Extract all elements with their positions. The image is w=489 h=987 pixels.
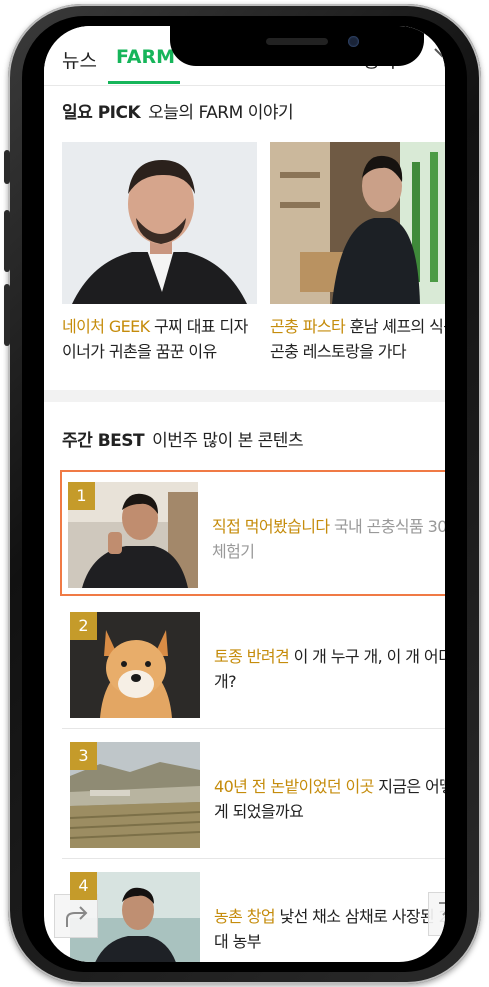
best-item-3[interactable]: 3 40년 전 논밭이었던 이곳 지금은 어떻게 되었을까요 [62,730,445,850]
best-item-4[interactable]: 4 농촌 창업 낯선 채소 삼채로 사장된 20대 농부 [62,860,445,962]
rank-badge-1: 1 [68,482,95,510]
pick-card-1-image [62,142,257,304]
best-item-2-headline: 토종 반려견 이 개 누구 개, 이 개 어디 개? [214,644,445,694]
pick-card-2[interactable]: 곤충 파스타 훈남 셰프의 식용 곤충 레스토랑을 가다 [270,142,445,364]
best-item-3-thumbnail: 3 [70,742,200,848]
chevron-down-icon[interactable] [433,44,445,62]
phone-screen: 뉴스 FARM 영화 일요 PICK오늘의 FARM 이야기 네이처 GEEK … [44,26,445,962]
best-item-2-thumbnail: 2 [70,612,200,718]
rank-badge-4: 4 [70,872,97,900]
best-item-1[interactable]: 1 직접 먹어봤습니다 국내 곤충식품 30종 체험기 [60,470,445,596]
pick-section-subtitle: 오늘의 FARM 이야기 [148,103,294,123]
pick-card-2-highlight: 곤충 파스타 [270,317,346,336]
best-item-4-headline: 농촌 창업 낯선 채소 삼채로 사장된 20대 농부 [214,904,445,954]
best-section-title: 주간 BEST [62,431,145,451]
volume-down-button [4,284,10,346]
notch [170,26,424,66]
tab-news[interactable]: 뉴스 [62,46,97,73]
scroll-top-icon [439,902,445,916]
best-section-subtitle: 이번주 많이 본 콘텐츠 [152,431,304,451]
rank-badge-2: 2 [70,612,97,640]
scroll-top-button[interactable] [428,892,445,936]
pick-card-1[interactable]: 네이처 GEEK 구찌 대표 디자이너가 귀촌을 꿈꾼 이유 [62,142,257,364]
best-section-header: 주간 BEST 이번주 많이 본 콘텐츠 [62,426,304,451]
best-item-1-thumbnail: 1 [68,482,198,588]
front-camera [348,36,359,47]
tab-farm[interactable]: FARM [116,46,175,68]
pick-card-1-highlight: 네이처 GEEK [62,317,150,336]
volume-up-button [4,210,10,272]
best-item-2[interactable]: 2 토종 반려견 이 개 누구 개, 이 개 어디 개? [62,600,445,720]
section-divider [44,390,445,402]
best-item-1-highlight: 직접 먹어봤습니다 [212,517,330,536]
best-item-2-highlight: 토종 반려견 [214,647,290,666]
mute-switch [4,150,10,184]
pick-card-1-headline[interactable]: 네이처 GEEK 구찌 대표 디자이너가 귀촌을 꿈꾼 이유 [62,314,257,364]
active-tab-indicator [108,81,180,84]
speaker [266,38,328,45]
share-button[interactable] [54,894,98,938]
pick-card-2-headline[interactable]: 곤충 파스타 훈남 셰프의 식용 곤충 레스토랑을 가다 [270,314,445,364]
best-item-3-headline: 40년 전 논밭이었던 이곳 지금은 어떻게 되었을까요 [214,774,445,824]
share-arrow-icon [66,906,88,927]
pick-card-2-image [270,142,445,304]
best-item-1-headline: 직접 먹어봤습니다 국내 곤충식품 30종 체험기 [212,514,445,564]
row-separator [62,858,445,859]
pick-section-title: 일요 PICK [62,103,141,123]
pick-section-header: 일요 PICK 오늘의 FARM 이야기 [62,98,294,123]
best-item-4-highlight: 농촌 창업 [214,907,276,926]
rank-badge-3: 3 [70,742,97,770]
best-item-3-highlight: 40년 전 논밭이었던 이곳 [214,777,374,796]
row-separator [62,728,445,729]
